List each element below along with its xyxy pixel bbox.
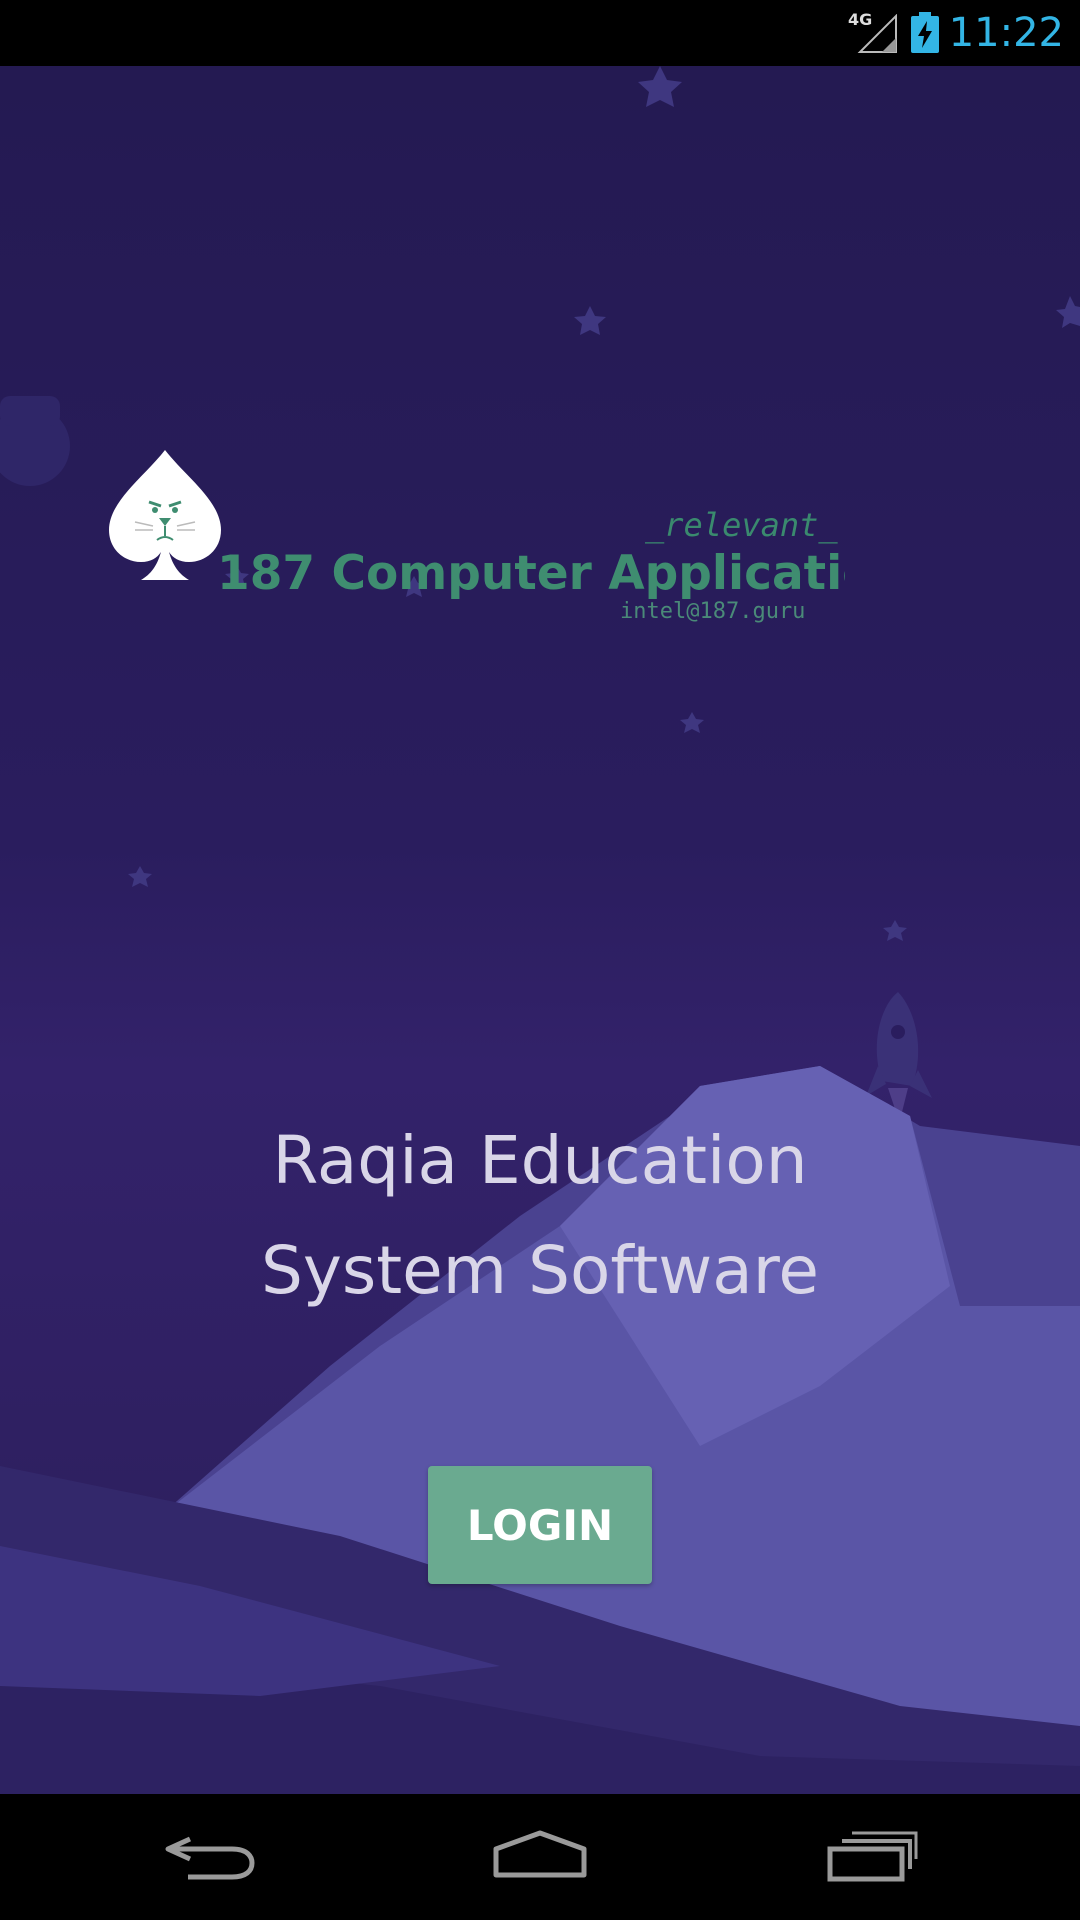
left-silhouette — [0, 396, 70, 486]
company-logo: _relevant_ 187 Computer Applications int… — [105, 446, 845, 624]
logo-email: intel@187.guru — [620, 599, 806, 624]
back-button[interactable] — [140, 1814, 280, 1900]
recent-apps-icon — [827, 1831, 918, 1882]
logo-tagline: _relevant_ — [645, 506, 838, 544]
home-icon — [493, 1830, 587, 1878]
logo-company-name: 187 Computer Applications — [217, 546, 845, 601]
signal-icon — [857, 14, 897, 53]
screen: 4G 11:22 _relevant_ 187 Computer Applica… — [0, 0, 1080, 1920]
status-clock: 11:22 — [948, 10, 1064, 56]
home-button[interactable] — [470, 1814, 610, 1900]
battery-charging-icon — [911, 12, 939, 53]
spade-icon — [109, 450, 221, 580]
status-bar: 4G 11:22 — [0, 0, 1080, 66]
navigation-bar — [0, 1794, 1080, 1920]
back-icon — [165, 1836, 255, 1880]
splash-screen: _relevant_ 187 Computer Applications int… — [0, 66, 1080, 1794]
rocket — [866, 992, 932, 1112]
app-title-line-2: System Software — [260, 1232, 820, 1309]
recent-apps-button[interactable] — [802, 1814, 942, 1900]
app-title: Raqia Education System Software — [0, 1106, 1080, 1326]
app-title-line-1: Raqia Education — [272, 1122, 808, 1199]
login-button[interactable]: LOGIN — [428, 1466, 652, 1584]
